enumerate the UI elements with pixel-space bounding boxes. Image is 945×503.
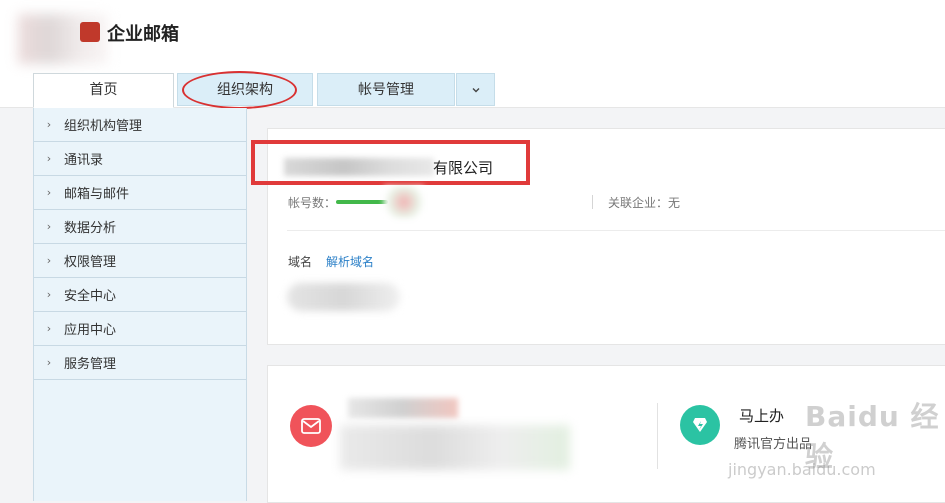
sidebar-item-security[interactable]: › 安全中心 bbox=[34, 278, 246, 312]
accounts-progress-bar bbox=[336, 200, 388, 204]
accounts-label: 帐号数： bbox=[288, 196, 337, 210]
divider bbox=[287, 230, 945, 231]
sidebar: › 组织机构管理 › 通讯录 › 邮箱与邮件 › 数据分析 › 权限管理 › 安… bbox=[33, 108, 247, 501]
sidebar-item-label: 应用中心 bbox=[64, 323, 117, 338]
resolve-domain-link[interactable]: 解析域名 bbox=[326, 253, 374, 270]
divider bbox=[592, 195, 593, 209]
sidebar-item-mailbox[interactable]: › 邮箱与邮件 bbox=[34, 176, 246, 210]
chevron-right-icon: › bbox=[46, 322, 52, 335]
chevron-right-icon: › bbox=[46, 220, 52, 233]
accounts-count-blurred bbox=[384, 186, 424, 218]
divider bbox=[657, 403, 658, 469]
mashang-app-title[interactable]: 马上办 bbox=[739, 405, 784, 426]
tab-organization[interactable]: 组织架构 bbox=[177, 73, 313, 106]
envelope-icon bbox=[301, 418, 321, 434]
related-company-label: 关联企业：无 bbox=[608, 196, 681, 210]
sidebar-item-label: 服务管理 bbox=[64, 357, 117, 372]
sidebar-item-label: 数据分析 bbox=[64, 221, 117, 236]
watermark-url: jingyan.baidu.com bbox=[728, 460, 876, 479]
logo-icon bbox=[80, 22, 100, 42]
app-title: 企业邮箱 bbox=[107, 24, 179, 45]
mail-icon[interactable] bbox=[290, 405, 332, 447]
sidebar-item-apps[interactable]: › 应用中心 bbox=[34, 312, 246, 346]
chevron-right-icon: › bbox=[46, 186, 52, 199]
sidebar-item-org-management[interactable]: › 组织机构管理 bbox=[34, 108, 246, 142]
mashang-app-icon[interactable] bbox=[680, 405, 720, 445]
sidebar-item-label: 通讯录 bbox=[64, 153, 104, 168]
sidebar-item-label: 权限管理 bbox=[64, 255, 117, 270]
main-tabs: 首页 组织架构 帐号管理 bbox=[0, 73, 945, 108]
tab-home[interactable]: 首页 bbox=[33, 73, 174, 108]
sidebar-item-label: 邮箱与邮件 bbox=[64, 187, 130, 202]
tab-account-management[interactable]: 帐号管理 bbox=[317, 73, 455, 106]
mashang-app-subtitle: 腾讯官方出品 bbox=[734, 437, 813, 452]
tab-more-button[interactable] bbox=[456, 73, 495, 106]
top-header: 企业邮箱 首页 组织架构 帐号管理 bbox=[0, 0, 945, 108]
chevron-right-icon: › bbox=[46, 254, 52, 267]
company-name-suffix: 有限公司 bbox=[433, 159, 494, 177]
domain-label: 域名 bbox=[288, 255, 313, 269]
sidebar-item-label: 安全中心 bbox=[64, 289, 117, 304]
sidebar-item-contacts[interactable]: › 通讯录 bbox=[34, 142, 246, 176]
chevron-right-icon: › bbox=[46, 118, 52, 131]
mail-app-details-blurred bbox=[340, 425, 570, 470]
chevron-down-icon bbox=[472, 88, 479, 93]
mail-app-title-blurred bbox=[348, 398, 458, 418]
chevron-right-icon: › bbox=[46, 152, 52, 165]
sidebar-item-analytics[interactable]: › 数据分析 bbox=[34, 210, 246, 244]
sidebar-item-services[interactable]: › 服务管理 bbox=[34, 346, 246, 380]
sidebar-item-permissions[interactable]: › 权限管理 bbox=[34, 244, 246, 278]
domain-value-blurred bbox=[287, 283, 400, 311]
company-name-blurred bbox=[284, 158, 434, 176]
chevron-right-icon: › bbox=[46, 356, 52, 369]
chevron-right-icon: › bbox=[46, 288, 52, 301]
sidebar-item-label: 组织机构管理 bbox=[64, 119, 143, 134]
lightning-icon bbox=[693, 418, 707, 432]
